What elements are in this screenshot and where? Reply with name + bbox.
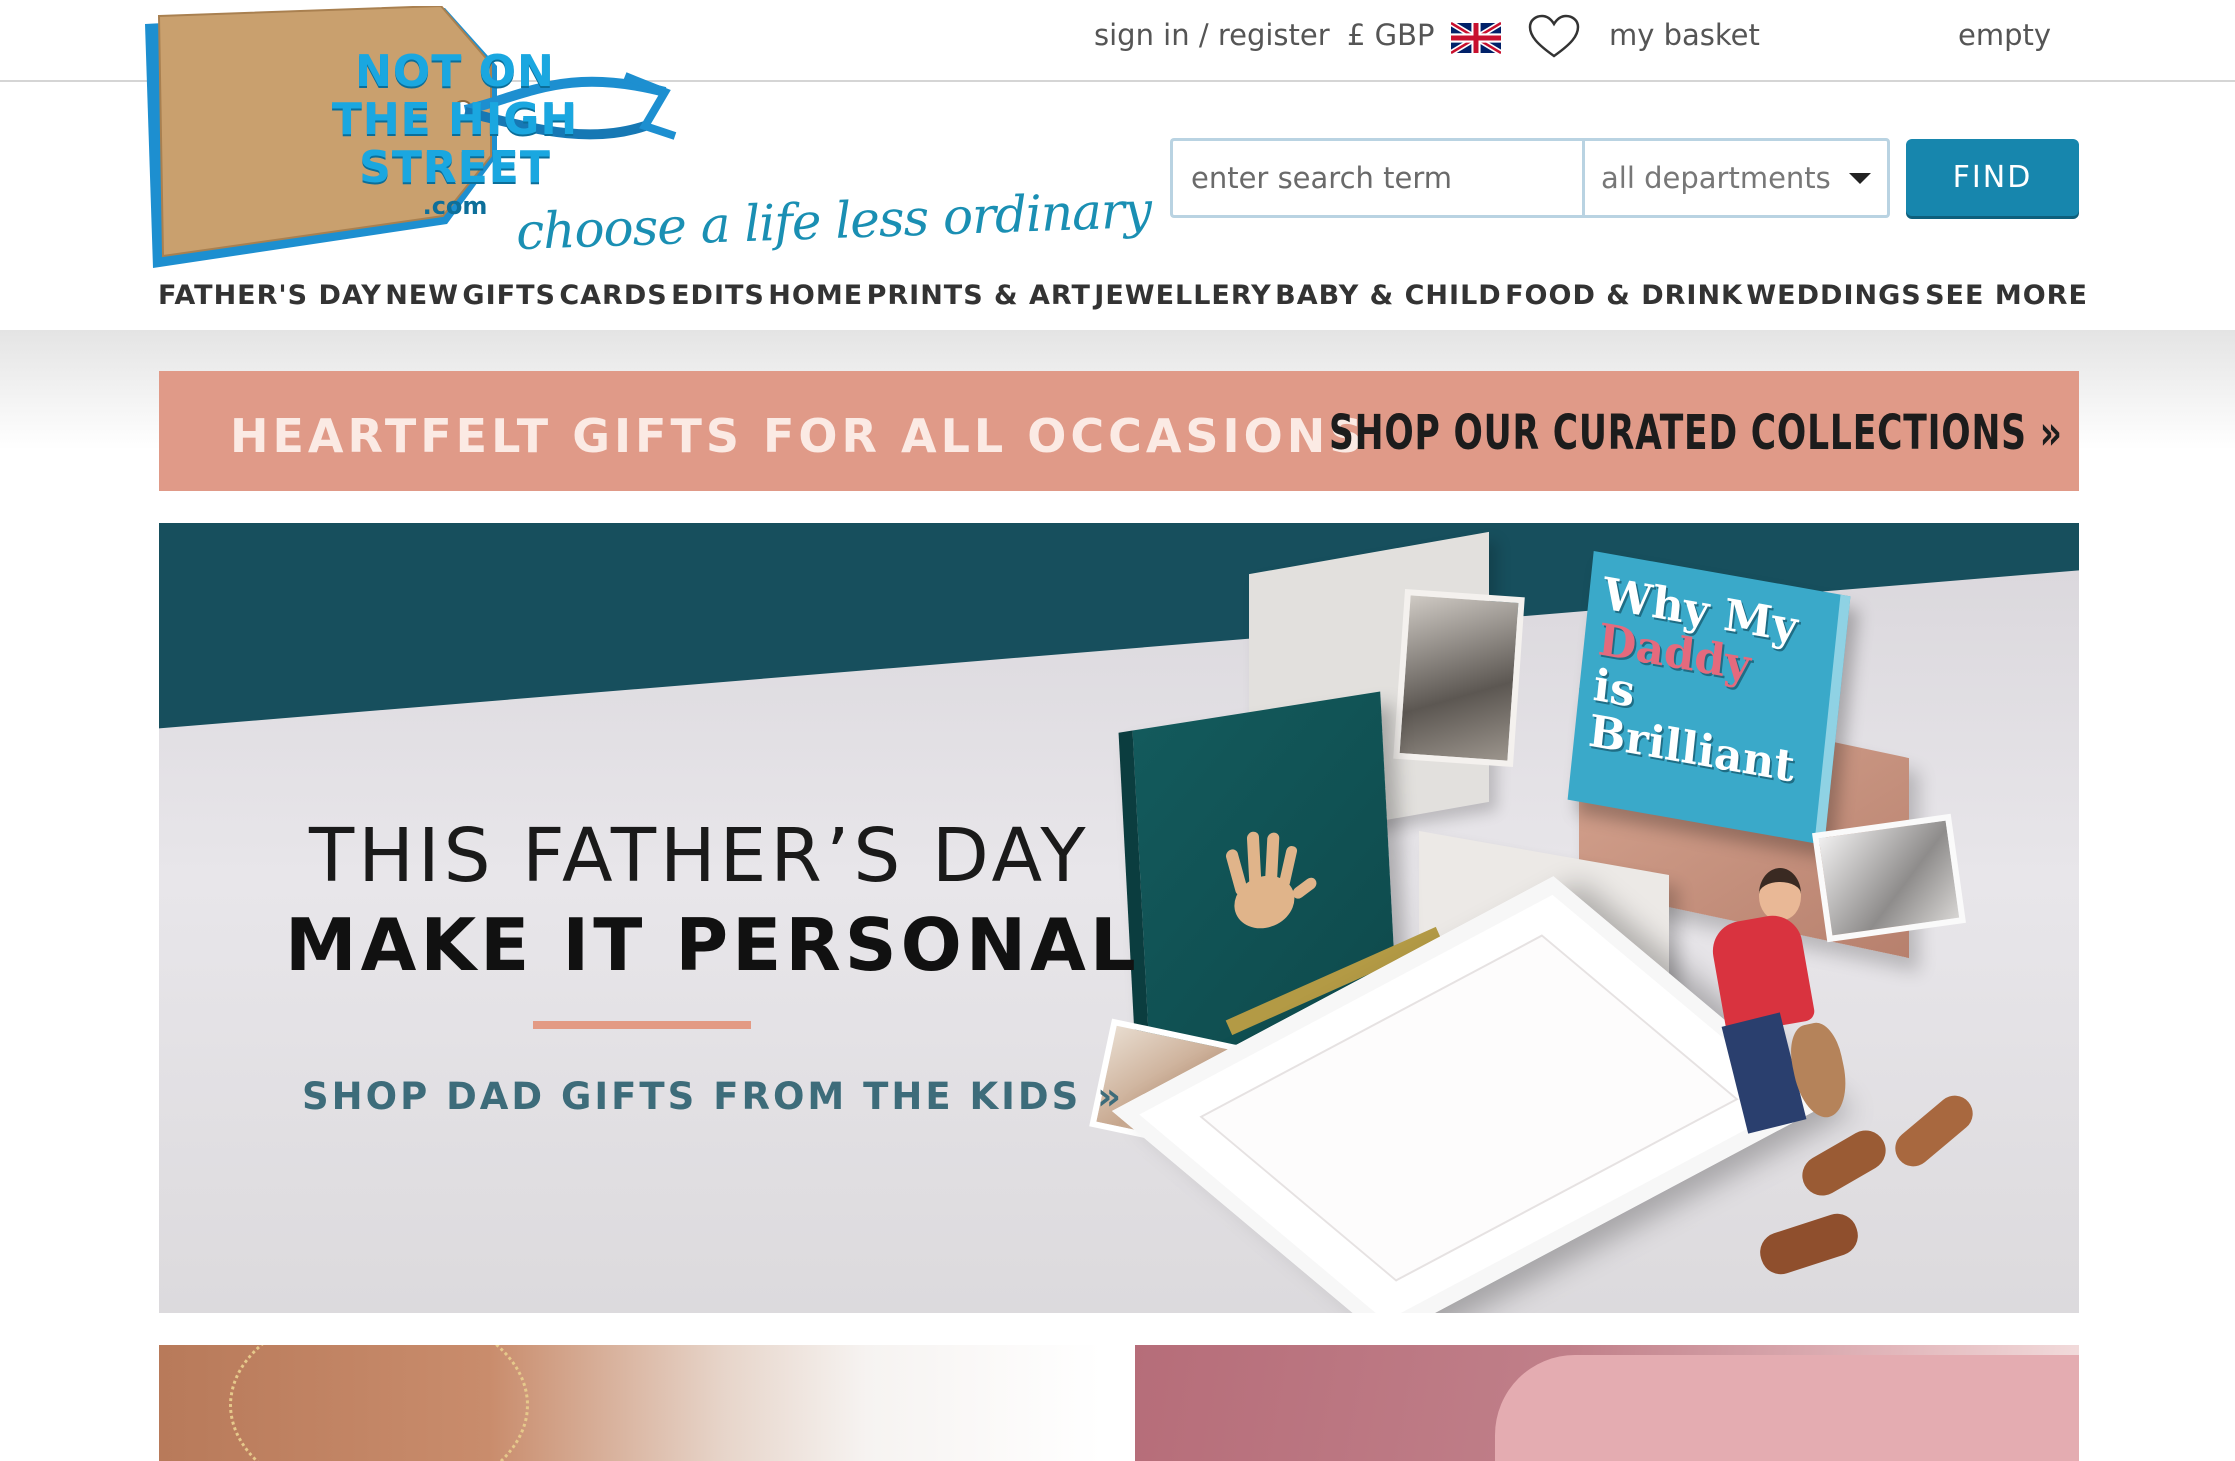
- hero-title-line2: MAKE IT PERSONAL: [285, 903, 1140, 987]
- hero-banner[interactable]: Why My Daddy is Brilliant THIS FATHER’S …: [159, 523, 2079, 1313]
- search-input[interactable]: [1170, 138, 1582, 218]
- logo-wordmark: NOT ON THE HIGH STREET: [331, 46, 579, 193]
- baby-photo: [1812, 813, 1966, 943]
- promo-banner[interactable]: HEARTFELT GIFTS FOR ALL OCCASIONS SHOP O…: [159, 371, 2079, 491]
- promo-link[interactable]: SHOP OUR CURATED COLLECTIONS »: [1329, 405, 2063, 461]
- book-title: Why My Daddy is Brilliant: [1586, 568, 1801, 793]
- hero-title-line1: THIS FATHER’S DAY: [309, 813, 1090, 899]
- why-my-daddy-book: Why My Daddy is Brilliant: [1567, 551, 1851, 845]
- promo-headline: HEARTFELT GIFTS FOR ALL OCCASIONS: [230, 409, 1367, 463]
- nav-item-gifts[interactable]: GIFTS: [462, 280, 556, 330]
- nav-item-see-more[interactable]: SEE MORE: [1925, 280, 2088, 330]
- cushion-image: [1495, 1355, 2079, 1461]
- nav-item-fathers-day[interactable]: FATHER'S DAY: [158, 280, 382, 330]
- hero-divider: [533, 1021, 751, 1029]
- currency-selector[interactable]: £ GBP: [1347, 18, 1435, 52]
- nav-item-weddings[interactable]: WEDDINGS: [1746, 280, 1921, 330]
- uk-flag-icon[interactable]: [1451, 22, 1501, 54]
- nav-item-cards[interactable]: CARDS: [559, 280, 667, 330]
- my-basket-link[interactable]: my basket: [1609, 18, 1760, 52]
- handprint-icon: [1226, 831, 1317, 929]
- home-promo-tile[interactable]: [1135, 1345, 2079, 1461]
- nav-item-baby-child[interactable]: BABY & CHILD: [1275, 280, 1502, 330]
- sign-in-register-link[interactable]: sign in / register: [1094, 18, 1330, 52]
- heart-icon[interactable]: [1527, 14, 1581, 60]
- find-button[interactable]: FIND: [1906, 139, 2079, 216]
- nav-item-edits[interactable]: EDITS: [671, 280, 765, 330]
- caret-down-icon: [1849, 173, 1871, 184]
- nav-item-home[interactable]: HOME: [768, 280, 863, 330]
- jewellery-promo-tile[interactable]: [159, 1345, 1102, 1461]
- basket-status: empty: [1958, 18, 2052, 52]
- black-white-photo: [1393, 589, 1525, 767]
- department-select-value: all departments: [1601, 161, 1831, 195]
- nav-item-food-drink[interactable]: FOOD & DRINK: [1505, 280, 1743, 330]
- department-select[interactable]: all departments: [1582, 138, 1890, 218]
- nav-item-new[interactable]: NEW: [385, 280, 459, 330]
- dad-illustration-head: [1759, 868, 1801, 920]
- nav-item-prints-art[interactable]: PRINTS & ART: [867, 280, 1091, 330]
- hero-cta-link[interactable]: SHOP DAD GIFTS FROM THE KIDS »: [302, 1075, 1124, 1118]
- main-navigation: FATHER'S DAY NEW GIFTS CARDS EDITS HOME …: [158, 280, 2088, 330]
- necklace-image: [229, 1345, 529, 1461]
- nav-item-jewellery[interactable]: JEWELLERY: [1094, 280, 1271, 330]
